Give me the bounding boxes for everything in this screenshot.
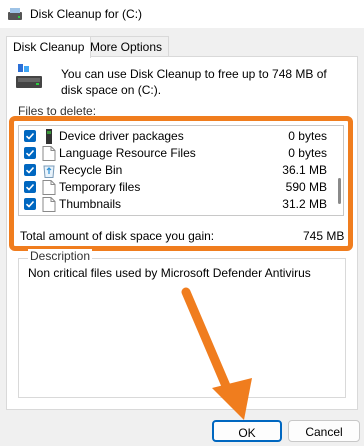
checkbox-checked[interactable] bbox=[24, 130, 36, 142]
title-bar: Disk Cleanup for (C:) bbox=[0, 0, 364, 28]
total-label: Total amount of disk space you gain: bbox=[20, 229, 215, 243]
checkbox-checked[interactable] bbox=[24, 164, 36, 176]
description-text: Non critical files used by Microsoft Def… bbox=[28, 266, 311, 280]
list-item[interactable]: Device driver packages 0 bytes bbox=[19, 128, 337, 145]
window-title: Disk Cleanup for (C:) bbox=[30, 7, 143, 21]
list-item[interactable]: Thumbnails 31.2 MB bbox=[19, 196, 337, 213]
drive-icon bbox=[16, 64, 44, 90]
file-size: 36.1 MB bbox=[282, 163, 327, 177]
file-size: 590 MB bbox=[285, 180, 327, 194]
disk-cleanup-icon bbox=[8, 8, 22, 20]
file-name: Language Resource Files bbox=[59, 146, 196, 160]
list-item[interactable]: Temporary files 590 MB bbox=[19, 179, 337, 196]
tab-disk-cleanup[interactable]: Disk Cleanup bbox=[6, 36, 92, 58]
checkbox-checked[interactable] bbox=[24, 147, 36, 159]
file-size: 0 bytes bbox=[288, 146, 327, 160]
scroll-thumb[interactable] bbox=[338, 178, 341, 204]
total-value: 745 MB bbox=[303, 229, 345, 243]
list-scrollbar[interactable] bbox=[338, 130, 341, 212]
file-icon bbox=[42, 146, 56, 161]
cancel-button[interactable]: Cancel bbox=[288, 420, 360, 442]
recycle-bin-icon bbox=[42, 163, 56, 178]
files-list[interactable]: Device driver packages 0 bytes Language … bbox=[18, 125, 344, 216]
driver-icon bbox=[42, 129, 56, 144]
ok-button[interactable]: OK bbox=[212, 420, 282, 442]
tab-more-options[interactable]: More Options bbox=[83, 36, 170, 57]
list-item[interactable]: Recycle Bin 36.1 MB bbox=[19, 162, 337, 179]
checkbox-checked[interactable] bbox=[24, 198, 36, 210]
file-icon bbox=[42, 197, 56, 212]
file-name: Thumbnails bbox=[59, 197, 122, 211]
description-label: Description bbox=[28, 249, 93, 263]
file-icon bbox=[42, 180, 56, 195]
file-name: Recycle Bin bbox=[59, 163, 123, 177]
file-name: Device driver packages bbox=[59, 129, 184, 143]
list-item[interactable]: Language Resource Files 0 bytes bbox=[19, 145, 337, 162]
checkbox-checked[interactable] bbox=[24, 181, 36, 193]
file-size: 0 bytes bbox=[288, 129, 327, 143]
file-size: 31.2 MB bbox=[282, 197, 327, 211]
files-to-delete-label: Files to delete: bbox=[18, 104, 97, 118]
file-name: Temporary files bbox=[59, 180, 141, 194]
intro-text: You can use Disk Cleanup to free up to 7… bbox=[61, 67, 327, 97]
